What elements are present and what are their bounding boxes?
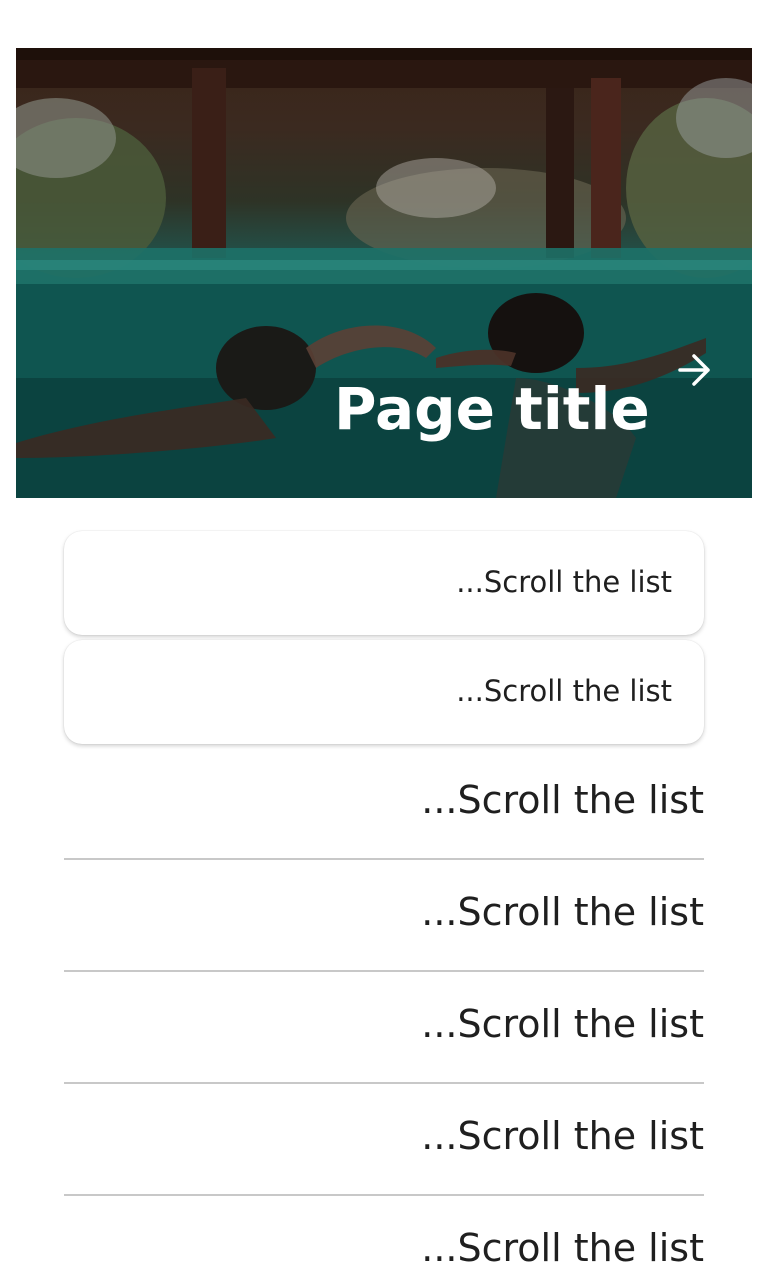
- list-item[interactable]: ...Scroll the list: [64, 972, 704, 1084]
- page-title: Page title: [334, 375, 650, 443]
- list-item[interactable]: ...Scroll the list: [64, 1196, 704, 1280]
- list-card-label: ...Scroll the list: [456, 565, 672, 599]
- list-item[interactable]: ...Scroll the list: [64, 860, 704, 972]
- list-item-label: ...Scroll the list: [421, 1002, 704, 1046]
- list-card[interactable]: ...Scroll the list: [64, 640, 704, 744]
- list-item-label: ...Scroll the list: [421, 1226, 704, 1270]
- arrow-right-icon[interactable]: [672, 348, 716, 392]
- list-item[interactable]: ...Scroll the list: [64, 1084, 704, 1196]
- list-item-label: ...Scroll the list: [421, 890, 704, 934]
- hero-header-image: Page title: [16, 48, 752, 498]
- page: Page title ...Scroll the list ...Scroll …: [0, 0, 768, 1280]
- list-item[interactable]: ...Scroll the list: [64, 748, 704, 860]
- list-card[interactable]: ...Scroll the list: [64, 531, 704, 635]
- list-card-label: ...Scroll the list: [456, 674, 672, 708]
- list-item-label: ...Scroll the list: [421, 778, 704, 822]
- list-item-label: ...Scroll the list: [421, 1114, 704, 1158]
